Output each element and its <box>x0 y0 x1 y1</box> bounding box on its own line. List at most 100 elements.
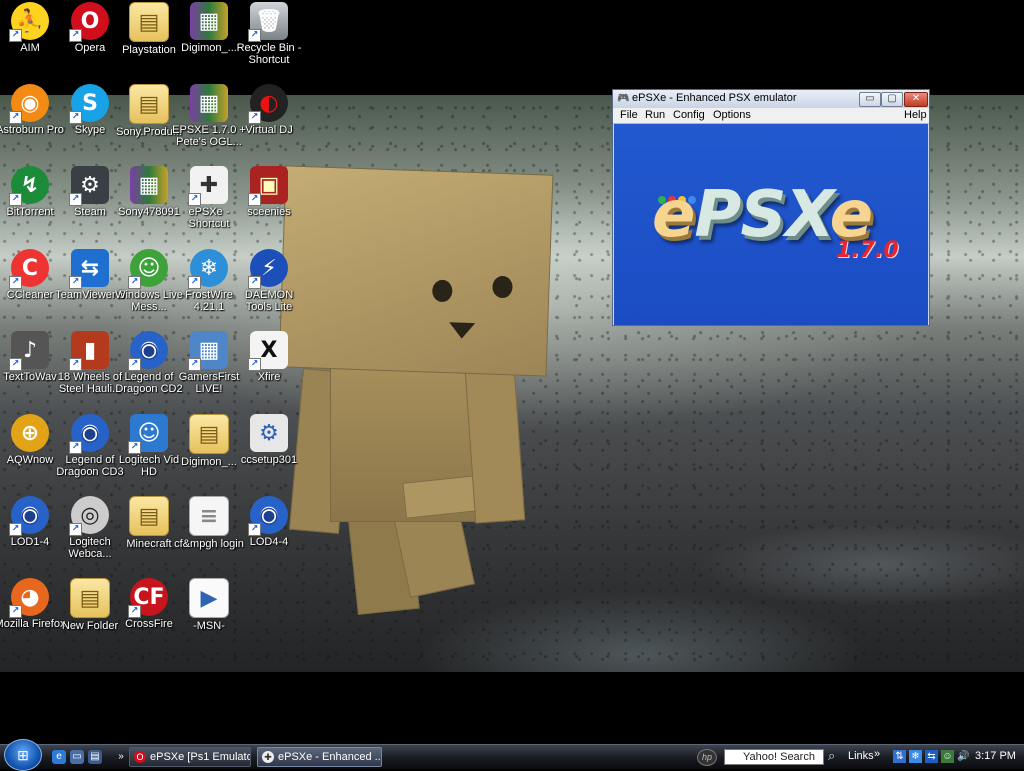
shortcut-arrow-icon: ↗ <box>248 193 261 206</box>
installer-icon: ⚙ <box>250 414 288 452</box>
gamepad-icon: ✚ ↗ <box>188 166 228 206</box>
desktop-icon-label: Xfire <box>257 371 281 383</box>
folder-icon: ▤ <box>129 84 169 124</box>
shortcut-arrow-icon: ↗ <box>69 523 82 536</box>
shortcut-arrow-icon: ↗ <box>248 358 261 371</box>
disc-icon: ◉ ↗ <box>69 414 109 454</box>
desktop-icon[interactable]: X ↗ Xfire <box>231 331 307 383</box>
desktop-icon-label: Recycle Bin - Shortcut <box>236 42 302 66</box>
menu-file[interactable]: File <box>620 109 638 121</box>
figure-mouth <box>448 322 476 340</box>
shortcut-arrow-icon: ↗ <box>69 193 82 206</box>
desktop-icon[interactable]: ⚙ ccsetup301 <box>231 414 307 466</box>
figure-head <box>278 165 554 377</box>
gamersfirst-icon: ▦ ↗ <box>188 331 228 371</box>
figure-right-arm <box>464 368 526 524</box>
tray-frostwire-icon[interactable]: ❄ <box>909 750 922 763</box>
shortcut-arrow-icon: ↗ <box>9 111 22 124</box>
menu-options[interactable]: Options <box>713 109 751 121</box>
shortcut-arrow-icon: ↗ <box>9 605 22 618</box>
shortcut-arrow-icon: ↗ <box>69 276 82 289</box>
start-button[interactable]: ⊞ <box>4 739 42 771</box>
shortcut-arrow-icon: ↗ <box>69 29 82 42</box>
firefox-icon: ◕ ↗ <box>9 578 49 618</box>
text-document-icon: ≡ <box>189 496 229 536</box>
teamviewer-icon: ⇆ ↗ <box>69 249 109 289</box>
show-desktop-icon[interactable]: ▭ <box>70 750 84 764</box>
shortcut-arrow-icon: ↗ <box>69 358 82 371</box>
webcam-icon: ◎ ↗ <box>69 496 109 536</box>
taskbar-button-opera[interactable]: O ePSXe [Ps1 Emulato... <box>129 747 251 767</box>
window-switch-icon[interactable]: ▤ <box>88 750 102 764</box>
desktop-icon-label: ccsetup301 <box>240 454 298 466</box>
shortcut-arrow-icon: ↗ <box>248 111 261 124</box>
menu-help[interactable]: Help <box>904 109 927 121</box>
mp4-file-icon: ▶ <box>189 578 229 618</box>
tray-network-icon[interactable]: ⇅ <box>893 750 906 763</box>
minimize-button[interactable]: ▭ <box>859 92 881 107</box>
tray-messenger-icon[interactable]: ☺ <box>941 750 954 763</box>
desktop-icon[interactable]: ⚡ ↗ DAEMON Tools Lite <box>231 249 307 313</box>
emulator-display: ePSXe 1.7.0 <box>614 124 928 325</box>
shortcut-arrow-icon: ↗ <box>9 29 22 42</box>
taskbar-button-epsxe[interactable]: ✚ ePSXe - Enhanced ... <box>257 747 382 767</box>
folder-icon: ▤ <box>189 414 229 454</box>
shortcut-arrow-icon: ↗ <box>128 358 141 371</box>
menu-run[interactable]: Run <box>645 109 665 121</box>
figure-left-eye <box>431 279 453 303</box>
disc-icon: ◉ ↗ <box>128 331 168 371</box>
crossfire-icon: CF ↗ <box>128 578 168 618</box>
desktop-icon-label: Virtual DJ <box>245 124 293 136</box>
taskbar-clock[interactable]: 3:17 PM <box>975 750 1016 762</box>
desktop-icon[interactable]: ▣ ↗ sceenies <box>231 166 307 218</box>
window-title: ePSXe - Enhanced PSX emulator <box>632 92 797 104</box>
winrar-archive-icon: ▦ <box>130 166 168 204</box>
tray-teamviewer-icon[interactable]: ⇆ <box>925 750 938 763</box>
opera-icon: O <box>134 751 146 763</box>
steam-icon: ⚙ ↗ <box>69 166 109 206</box>
quick-launch-overflow[interactable]: » <box>114 750 128 764</box>
ie-icon[interactable]: e <box>52 750 66 764</box>
shortcut-arrow-icon: ↗ <box>188 358 201 371</box>
logitech-vid-icon: ☺ ↗ <box>128 414 168 454</box>
taskbar-button-label: ePSXe [Ps1 Emulato... <box>150 751 251 763</box>
opera-icon: O ↗ <box>69 2 109 42</box>
close-button[interactable]: ✕ <box>904 92 928 107</box>
maximize-button[interactable]: ▢ <box>881 92 903 107</box>
desktop-icon[interactable]: 🗑 ↗ Recycle Bin - Shortcut <box>231 2 307 66</box>
links-overflow[interactable]: » <box>874 748 880 760</box>
shortcut-arrow-icon: ↗ <box>248 523 261 536</box>
window-titlebar[interactable]: 🎮 ePSXe - Enhanced PSX emulator ▭ ▢ ✕ <box>613 90 929 108</box>
search-icon[interactable]: ⌕ <box>828 748 835 764</box>
epsxe-app-icon: 🎮 <box>617 93 630 104</box>
frostwire-icon: ❄ ↗ <box>188 249 228 289</box>
aqwnow-icon: ⊕ <box>11 414 49 452</box>
speaker-icon: ♪ ↗ <box>9 331 49 371</box>
skype-icon: S ↗ <box>69 84 109 124</box>
desktop-icon[interactable]: ◐ ↗ Virtual DJ <box>231 84 307 136</box>
menu-bar: File Run Config Options Help <box>613 108 929 124</box>
menu-config[interactable]: Config <box>673 109 705 121</box>
shortcut-arrow-icon: ↗ <box>9 276 22 289</box>
folder-icon: ▤ <box>129 2 169 42</box>
epsxe-window[interactable]: 🎮 ePSXe - Enhanced PSX emulator ▭ ▢ ✕ Fi… <box>612 89 930 326</box>
volume-icon[interactable]: 🔊 <box>957 750 970 763</box>
desktop-icon[interactable]: ◉ ↗ LOD4-4 <box>231 496 307 548</box>
yahoo-search-field[interactable]: Yahoo! Search <box>724 749 824 765</box>
desktop-icon-label: DAEMON Tools Lite <box>244 289 294 313</box>
messenger-icon: ☺ ↗ <box>128 249 168 289</box>
links-toolbar[interactable]: Links <box>848 750 874 762</box>
ccleaner-icon: C ↗ <box>9 249 49 289</box>
logo-version: 1.7.0 <box>836 238 899 263</box>
winrar-archive-icon: ▦ <box>190 2 228 40</box>
shortcut-arrow-icon: ↗ <box>9 523 22 536</box>
desktop-icon[interactable]: ▶ -MSN- <box>171 578 247 632</box>
daemon-tools-icon: ⚡ ↗ <box>248 249 288 289</box>
logo-e: e <box>652 178 695 252</box>
recycle-bin-icon: 🗑 ↗ <box>248 2 288 42</box>
hp-icon[interactable]: hp <box>697 749 717 766</box>
gamepad-icon: ✚ <box>262 751 274 763</box>
shortcut-arrow-icon: ↗ <box>9 193 22 206</box>
shortcut-arrow-icon: ↗ <box>9 358 22 371</box>
xfire-icon: X ↗ <box>248 331 288 371</box>
